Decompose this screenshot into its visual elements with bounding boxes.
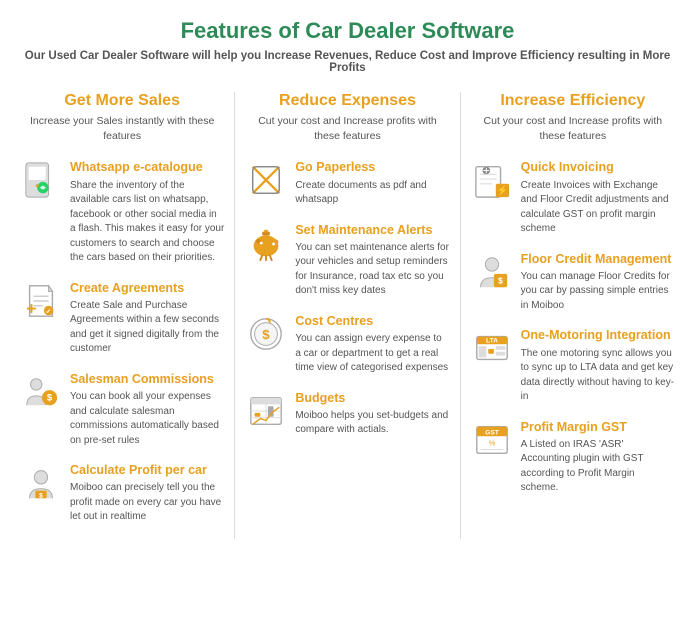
motoring-desc: The one motoring sync allows you to sync… [521,347,675,405]
salesman-title: Salesman Commissions [70,371,224,387]
invoicing-title: Quick Invoicing [521,159,675,175]
maintenance-title: Set Maintenance Alerts [295,222,449,238]
invoicing-text: Quick Invoicing Create Invoices with Exc… [521,159,675,236]
maintenance-text: Set Maintenance Alerts You can set maint… [295,222,449,299]
paperless-icon [245,159,287,201]
col2-heading: Reduce Expenses [245,92,449,110]
col2-header: Reduce Expenses Cut your cost and Increa… [245,92,449,149]
feature-invoicing: ⚡ Quick Invoicing Create Invoices with E… [471,159,675,236]
feature-motoring: LTA One-Motoring Integration The one mot… [471,327,675,404]
feature-profit: $ Calculate Profit per car Moiboo can pr… [20,462,224,525]
motoring-icon: LTA [471,327,513,369]
feature-budgets: Budgets Moiboo helps you set-budgets and… [245,390,449,438]
costcentres-text: Cost Centres You can assign every expens… [295,313,449,376]
profit-icon: $ [20,462,62,504]
gst-title: Profit Margin GST [521,419,675,435]
columns-container: Get More Sales Increase your Sales insta… [0,82,695,539]
page-header: Features of Car Dealer Software Our Used… [0,0,695,82]
maintenance-desc: You can set maintenance alerts for your … [295,241,449,299]
col3-header: Increase Efficiency Cut your cost and In… [471,92,675,149]
whatsapp-title: Whatsapp e-catalogue [70,159,224,175]
column-efficiency: Increase Efficiency Cut your cost and In… [461,92,685,539]
whatsapp-desc: Share the inventory of the available car… [70,179,224,266]
paperless-text: Go Paperless Create documents as pdf and… [295,159,449,207]
invoicing-icon: ⚡ [471,159,513,201]
column-expenses: Reduce Expenses Cut your cost and Increa… [235,92,459,539]
maintenance-icon [245,222,287,264]
gst-text: Profit Margin GST A Listed on IRAS 'ASR'… [521,419,675,496]
svg-text:✓: ✓ [46,308,52,315]
svg-text:%: % [488,438,495,447]
svg-text:$: $ [263,327,271,342]
col1-header: Get More Sales Increase your Sales insta… [20,92,224,149]
budgets-desc: Moiboo helps you set-budgets and compare… [295,409,449,438]
costcentres-desc: You can assign every expense to a car or… [295,332,449,376]
profit-desc: Moiboo can precisely tell you the profit… [70,481,224,525]
salesman-text: Salesman Commissions You can book all yo… [70,371,224,448]
profit-title: Calculate Profit per car [70,462,224,478]
budgets-icon [245,390,287,432]
costcentres-title: Cost Centres [295,313,449,329]
motoring-title: One-Motoring Integration [521,327,675,343]
feature-gst: GST % Profit Margin GST A Listed on IRAS… [471,419,675,496]
col2-desc: Cut your cost and Increase profits with … [245,114,449,143]
gst-icon: GST % [471,419,513,461]
paperless-title: Go Paperless [295,159,449,175]
page-title: Features of Car Dealer Software [20,18,675,44]
feature-whatsapp: Whatsapp e-catalogue Share the inventory… [20,159,224,265]
svg-text:$: $ [39,492,43,499]
gst-desc: A Listed on IRAS 'ASR' Accounting plugin… [521,438,675,496]
column-sales: Get More Sales Increase your Sales insta… [10,92,234,539]
col1-desc: Increase your Sales instantly with these… [20,114,224,143]
feature-maintenance: Set Maintenance Alerts You can set maint… [245,222,449,299]
feature-salesman: $ Salesman Commissions You can book all … [20,371,224,448]
profit-text: Calculate Profit per car Moiboo can prec… [70,462,224,525]
budgets-text: Budgets Moiboo helps you set-budgets and… [295,390,449,438]
floorcredit-icon: $ [471,251,513,293]
svg-text:⚡: ⚡ [496,185,508,197]
salesman-icon: $ [20,371,62,413]
costcentres-icon: $ [245,313,287,355]
col3-desc: Cut your cost and Increase profits with … [471,114,675,143]
whatsapp-icon [20,159,62,201]
salesman-desc: You can book all your expenses and calcu… [70,390,224,448]
agreements-title: Create Agreements [70,280,224,296]
floorcredit-desc: You can manage Floor Credits for you car… [521,270,675,314]
svg-text:GST: GST [485,429,499,436]
feature-costcentres: $ Cost Centres You can assign every expe… [245,313,449,376]
feature-paperless: Go Paperless Create documents as pdf and… [245,159,449,207]
budgets-title: Budgets [295,390,449,406]
paperless-desc: Create documents as pdf and whatsapp [295,179,449,208]
floorcredit-text: Floor Credit Management You can manage F… [521,251,675,314]
feature-floorcredit: $ Floor Credit Management You can manage… [471,251,675,314]
agreements-desc: Create Sale and Purchase Agreements with… [70,299,224,357]
agreements-icon: ✓ [20,280,62,322]
whatsapp-text: Whatsapp e-catalogue Share the inventory… [70,159,224,265]
page-subtitle: Our Used Car Dealer Software will help y… [20,50,675,74]
svg-text:$: $ [498,275,503,285]
feature-agreements: ✓ Create Agreements Create Sale and Purc… [20,280,224,357]
svg-text:$: $ [47,392,53,403]
col3-heading: Increase Efficiency [471,92,675,110]
motoring-text: One-Motoring Integration The one motorin… [521,327,675,404]
col1-heading: Get More Sales [20,92,224,110]
agreements-text: Create Agreements Create Sale and Purcha… [70,280,224,357]
svg-text:LTA: LTA [486,338,498,345]
invoicing-desc: Create Invoices with Exchange and Floor … [521,179,675,237]
floorcredit-title: Floor Credit Management [521,251,675,267]
